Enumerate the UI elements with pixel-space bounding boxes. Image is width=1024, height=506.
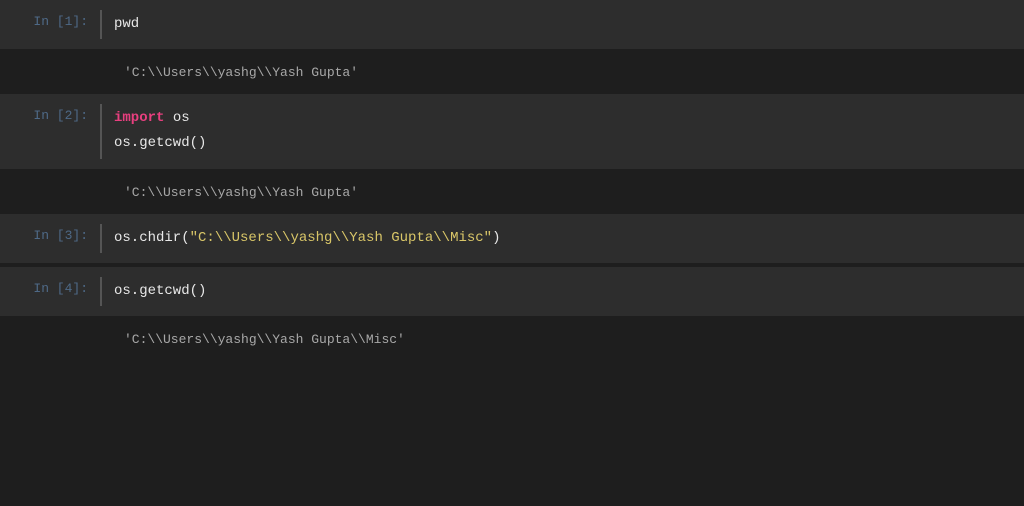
string-literal: "C:\\Users\\yashg\\Yash Gupta\\Misc" bbox=[190, 230, 492, 246]
code-line: os.getcwd() bbox=[114, 279, 1024, 304]
input-cell[interactable]: In [4]: os.getcwd() bbox=[0, 267, 1024, 316]
code-area[interactable]: os.getcwd() bbox=[100, 277, 1024, 306]
output-prompt bbox=[0, 185, 100, 200]
input-prompt: In [3]: bbox=[0, 224, 100, 253]
code-line: os.chdir("C:\\Users\\yashg\\Yash Gupta\\… bbox=[114, 226, 1024, 251]
input-prompt: In [2]: bbox=[0, 104, 100, 158]
code-area[interactable]: import os os.getcwd() bbox=[100, 104, 1024, 158]
func-chdir: os.chdir( bbox=[114, 230, 190, 246]
output-text: 'C:\\Users\\yashg\\Yash Gupta\\Misc' bbox=[100, 332, 1024, 347]
code-line: pwd bbox=[114, 12, 1024, 37]
input-cell[interactable]: In [3]: os.chdir("C:\\Users\\yashg\\Yash… bbox=[0, 214, 1024, 263]
output-prompt bbox=[0, 65, 100, 80]
paren-close: ) bbox=[492, 230, 500, 246]
output-prompt bbox=[0, 332, 100, 347]
keyword-import: import bbox=[114, 110, 164, 126]
code-area[interactable]: os.chdir("C:\\Users\\yashg\\Yash Gupta\\… bbox=[100, 224, 1024, 253]
input-cell[interactable]: In [1]: pwd bbox=[0, 0, 1024, 49]
code-line: os.getcwd() bbox=[114, 131, 1024, 156]
output-cell: 'C:\\Users\\yashg\\Yash Gupta\\Misc' bbox=[0, 318, 1024, 361]
input-cell[interactable]: In [2]: import os os.getcwd() bbox=[0, 94, 1024, 168]
input-prompt: In [4]: bbox=[0, 277, 100, 306]
code-line: import os bbox=[114, 106, 1024, 131]
input-prompt: In [1]: bbox=[0, 10, 100, 39]
code-area[interactable]: pwd bbox=[100, 10, 1024, 39]
output-cell: 'C:\\Users\\yashg\\Yash Gupta' bbox=[0, 171, 1024, 214]
output-cell: 'C:\\Users\\yashg\\Yash Gupta' bbox=[0, 51, 1024, 94]
output-text: 'C:\\Users\\yashg\\Yash Gupta' bbox=[100, 65, 1024, 80]
module-os: os bbox=[164, 110, 189, 126]
output-text: 'C:\\Users\\yashg\\Yash Gupta' bbox=[100, 185, 1024, 200]
